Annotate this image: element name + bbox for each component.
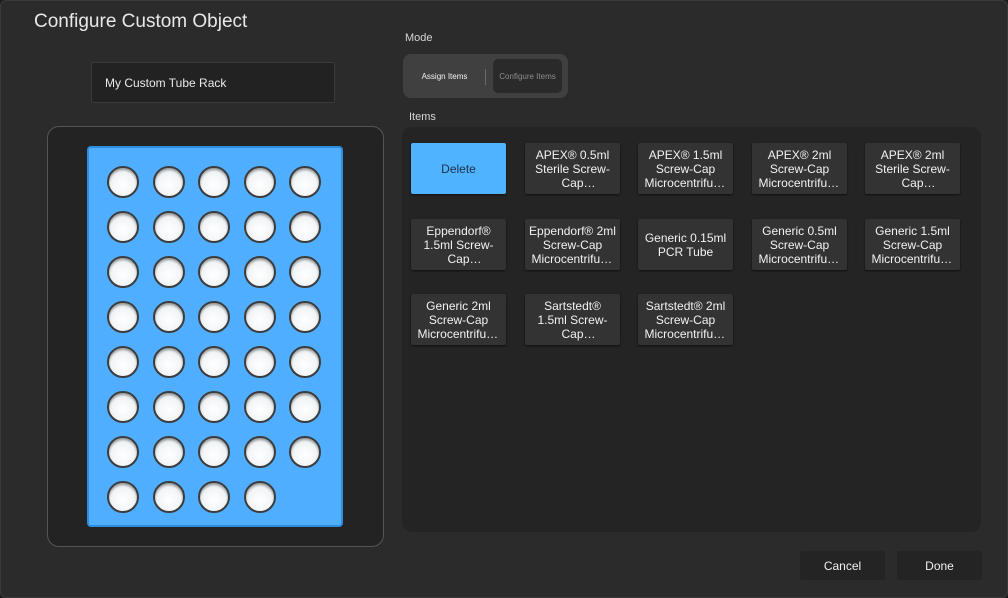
item-button[interactable]: APEX® 0.5ml Sterile Screw-Cap Microcentr…	[525, 143, 620, 194]
item-button[interactable]: APEX® 1.5ml Screw-Cap Microcentrifuge Tu…	[638, 143, 733, 194]
item-button[interactable]: Generic 1.5ml Screw-Cap Microcentrifuge …	[865, 219, 960, 270]
rack-hole[interactable]	[153, 166, 185, 198]
rack-hole[interactable]	[107, 301, 139, 333]
mode-label: Mode	[405, 32, 433, 44]
rack-hole[interactable]	[244, 346, 276, 378]
rack-hole[interactable]	[198, 301, 230, 333]
rack-hole[interactable]	[289, 436, 321, 468]
rack-hole[interactable]	[244, 301, 276, 333]
mode-configure-items[interactable]: Configure Items	[493, 59, 562, 93]
item-button-label: Generic 1.5ml Screw-Cap Microcentrifuge …	[871, 224, 954, 266]
rack-hole[interactable]	[153, 436, 185, 468]
rack-hole[interactable]	[289, 301, 321, 333]
item-button[interactable]: APEX® 2ml Screw-Cap Microcentrifuge Tube	[752, 143, 847, 194]
rack-hole[interactable]	[153, 481, 185, 513]
item-button-label: Delete	[441, 161, 476, 176]
mode-divider	[485, 69, 486, 85]
tube-rack-preview	[87, 146, 343, 527]
done-button[interactable]: Done	[897, 551, 982, 580]
items-label: Items	[409, 111, 436, 123]
item-button-label: APEX® 0.5ml Sterile Screw-Cap Microcentr…	[535, 148, 610, 190]
rack-hole[interactable]	[289, 211, 321, 243]
item-button-label: Generic 0.5ml Screw-Cap Microcentrifuge …	[758, 224, 841, 266]
rack-hole[interactable]	[198, 346, 230, 378]
rack-hole[interactable]	[107, 346, 139, 378]
item-button[interactable]: Generic 0.5ml Screw-Cap Microcentrifuge …	[752, 219, 847, 270]
item-button[interactable]: Eppendorf® 2ml Screw-Cap Microcentrifuge…	[525, 219, 620, 270]
item-button[interactable]: Sartstedt® 2ml Screw-Cap Microcentrifuge…	[638, 294, 733, 345]
rack-hole[interactable]	[107, 166, 139, 198]
rack-hole[interactable]	[289, 346, 321, 378]
rack-hole[interactable]	[153, 391, 185, 423]
item-button-label: Generic 2ml Screw-Cap Microcentrifuge Tu…	[417, 299, 500, 341]
item-button[interactable]: Generic 2ml Screw-Cap Microcentrifuge Tu…	[411, 294, 506, 345]
mode-toggle: Assign Items Configure Items	[403, 54, 568, 98]
rack-hole[interactable]	[107, 391, 139, 423]
delete-item-button[interactable]: Delete	[411, 143, 506, 194]
item-button-label: APEX® 2ml Sterile Screw-Cap Microcentrif…	[875, 148, 950, 190]
item-button-label: APEX® 1.5ml Screw-Cap Microcentrifuge Tu…	[644, 148, 727, 190]
rack-hole[interactable]	[107, 211, 139, 243]
rack-hole[interactable]	[244, 166, 276, 198]
mode-assign-items[interactable]: Assign Items	[408, 59, 481, 93]
rack-hole[interactable]	[198, 391, 230, 423]
rack-hole[interactable]	[289, 166, 321, 198]
item-button-label: Sartstedt® 1.5ml Screw-Cap Microcentrifu…	[537, 299, 608, 341]
item-button[interactable]: APEX® 2ml Sterile Screw-Cap Microcentrif…	[865, 143, 960, 194]
rack-hole[interactable]	[107, 256, 139, 288]
rack-hole[interactable]	[198, 436, 230, 468]
item-button-label: Sartstedt® 2ml Screw-Cap Microcentrifuge…	[644, 299, 727, 341]
rack-hole[interactable]	[198, 211, 230, 243]
rack-hole[interactable]	[198, 481, 230, 513]
rack-hole[interactable]	[153, 256, 185, 288]
item-button-label: APEX® 2ml Screw-Cap Microcentrifuge Tube	[758, 148, 841, 190]
rack-hole[interactable]	[289, 391, 321, 423]
rack-hole[interactable]	[153, 301, 185, 333]
rack-hole[interactable]	[289, 256, 321, 288]
rack-hole[interactable]	[244, 256, 276, 288]
item-button-label: Eppendorf® 1.5ml Screw-Cap Microcentrifu…	[423, 224, 494, 266]
rack-hole[interactable]	[244, 436, 276, 468]
dialog-title: Configure Custom Object	[34, 11, 248, 32]
item-button-label: Generic 0.15ml PCR Tube	[644, 230, 727, 259]
item-button[interactable]: Sartstedt® 1.5ml Screw-Cap Microcentrifu…	[525, 294, 620, 345]
rack-hole[interactable]	[107, 436, 139, 468]
rack-hole[interactable]	[244, 481, 276, 513]
rack-hole[interactable]	[153, 211, 185, 243]
rack-hole[interactable]	[107, 481, 139, 513]
rack-hole[interactable]	[198, 256, 230, 288]
item-button[interactable]: Generic 0.15ml PCR Tube	[638, 219, 733, 270]
cancel-button[interactable]: Cancel	[800, 551, 885, 580]
item-button-label: Eppendorf® 2ml Screw-Cap Microcentrifuge…	[529, 224, 616, 266]
rack-hole[interactable]	[153, 346, 185, 378]
rack-hole[interactable]	[198, 166, 230, 198]
rack-hole[interactable]	[244, 391, 276, 423]
item-button[interactable]: Eppendorf® 1.5ml Screw-Cap Microcentrifu…	[411, 219, 506, 270]
object-name-field[interactable]	[91, 62, 335, 103]
rack-hole[interactable]	[244, 211, 276, 243]
